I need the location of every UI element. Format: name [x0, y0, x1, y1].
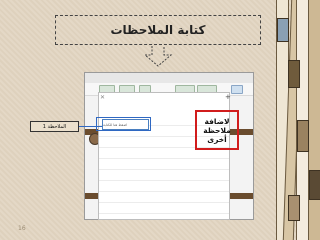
- decorative-photo: [277, 18, 289, 42]
- plus-icon[interactable]: +: [225, 93, 231, 101]
- decorative-photo: [288, 60, 300, 88]
- slide-title: كتابة الملاحظات: [110, 23, 206, 37]
- add-note-button[interactable]: لاضافة ملاحظة أخرى: [195, 110, 239, 150]
- toolbar-button[interactable]: [231, 85, 243, 94]
- add-note-line: أخرى: [207, 134, 227, 144]
- decorative-strip: [308, 0, 320, 240]
- note-label: الملاحظة 1: [42, 123, 67, 130]
- note-input[interactable]: اضغط هنا للكتابة: [102, 119, 149, 130]
- decorative-photo: [297, 120, 309, 152]
- note-input-placeholder: اضغط هنا للكتابة: [103, 122, 128, 127]
- note-label-box: الملاحظة 1: [30, 121, 79, 132]
- decorative-photo: [309, 170, 320, 200]
- add-note-line: ملاحظة: [203, 125, 231, 135]
- close-icon[interactable]: ✕: [100, 94, 105, 101]
- note-connector-line: [79, 126, 102, 127]
- decorative-photo: [288, 195, 300, 221]
- add-note-line: لاضافة: [204, 116, 230, 126]
- add-note-label: لاضافة ملاحظة أخرى: [203, 117, 231, 144]
- title-box: كتابة الملاحظات: [55, 15, 261, 45]
- page-number: 16: [18, 225, 26, 232]
- dashed-down-arrow-icon: [140, 45, 176, 67]
